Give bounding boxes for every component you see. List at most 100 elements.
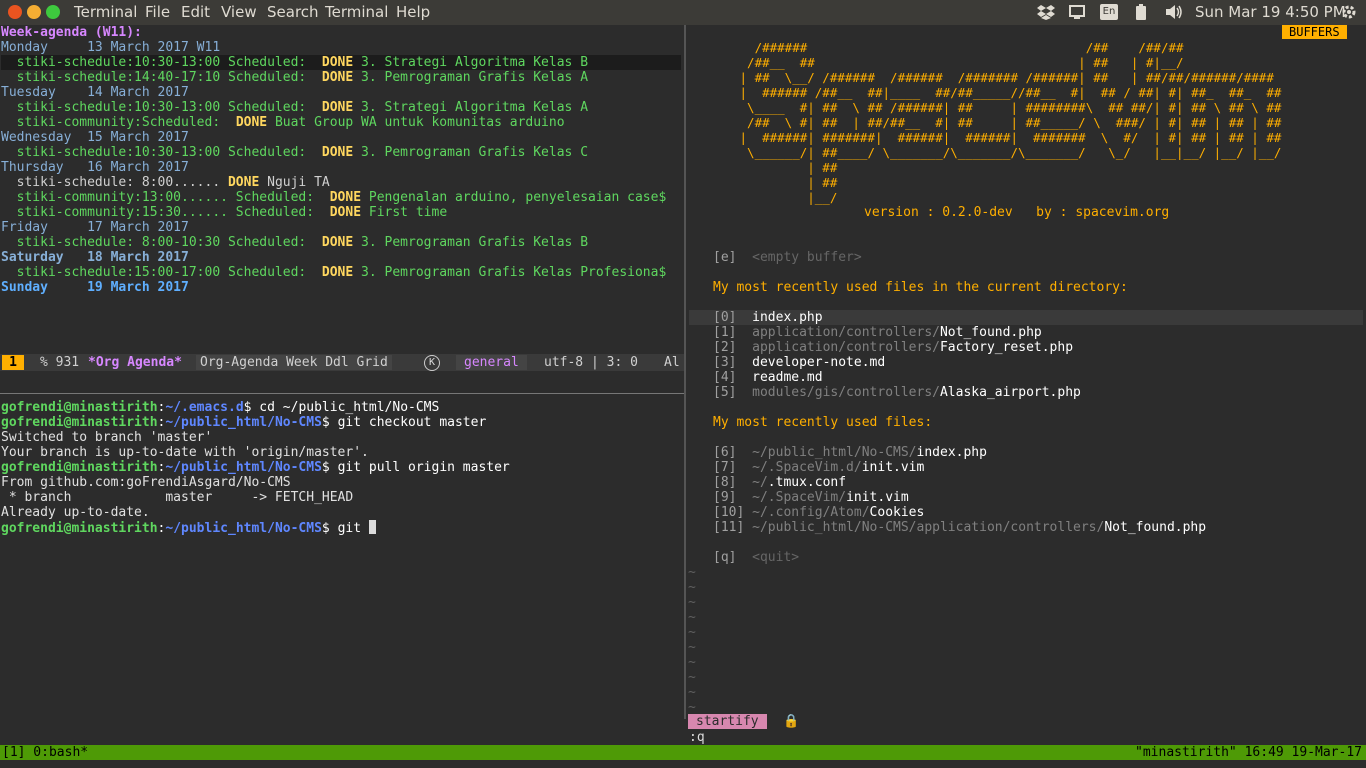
file-directory: ~/public_html/No-CMS/ — [752, 445, 917, 460]
agenda-day-heading[interactable]: Saturday 18 March 2017 — [1, 250, 189, 265]
agenda-entry-title: Pengenalan arduino, penyelesaian case$ — [361, 190, 667, 205]
top-menu-bar: Terminal File Edit View Search Terminal … — [0, 0, 1366, 25]
tmux-window-list[interactable]: [1] 0:bash* — [2, 745, 88, 760]
pane-divider-horizontal[interactable] — [0, 393, 684, 394]
battery-icon[interactable] — [1135, 4, 1147, 20]
recent-file-entry[interactable]: [9] ~/.SpaceVim/init.vim — [713, 490, 909, 505]
agenda-entry-title: 3. Pemrograman Grafis Kelas C — [353, 145, 589, 160]
menu-search[interactable]: Search — [267, 3, 319, 21]
file-name: init.vim — [861, 460, 925, 475]
agenda-header: Week-agenda (W11): — [1, 25, 142, 40]
menu-terminal[interactable]: Terminal — [325, 3, 388, 21]
clock[interactable]: Sun Mar 19 4:50 PM — [1195, 3, 1346, 21]
recent-file-entry[interactable]: [11] ~/public_html/No-CMS/application/co… — [713, 520, 1206, 535]
empty-line-tilde: ~ — [688, 655, 696, 670]
entry-key: [5] — [713, 385, 737, 400]
agenda-entry-title: 3. Pemrograman Grafis Kelas Profesiona$ — [353, 265, 667, 280]
agenda-entry[interactable]: stiki-schedule:15:00-17:00 Scheduled: DO… — [1, 265, 667, 280]
shell-output-line[interactable]: From github.com:goFrendiAsgard/No-CMS — [1, 475, 291, 490]
agenda-entry-prefix: stiki-community:15:30...... Scheduled: — [1, 205, 330, 220]
agenda-day-heading[interactable]: Tuesday 14 March 2017 — [1, 85, 189, 100]
workspace-name: general — [456, 355, 527, 370]
agenda-entry-prefix: stiki-schedule: 8:00...... — [1, 175, 228, 190]
entry-key: [e] — [713, 250, 737, 265]
empty-buffer-entry[interactable]: [e] <empty buffer> — [713, 250, 862, 265]
app-title[interactable]: Terminal — [74, 3, 137, 21]
display-icon[interactable] — [1068, 4, 1086, 20]
agenda-entry-prefix: stiki-schedule:10:30-13:00 Scheduled: — [1, 100, 322, 115]
menu-view[interactable]: View — [221, 3, 257, 21]
entry-key: [4] — [713, 370, 737, 385]
vim-command-line[interactable]: :q — [689, 730, 705, 745]
recent-file-entry[interactable]: [0] index.php — [689, 310, 1363, 325]
agenda-day-heading[interactable]: Friday 17 March 2017 — [1, 220, 189, 235]
maximize-window-button[interactable] — [46, 5, 60, 19]
shell-output-line[interactable]: Already up-to-date. — [1, 505, 150, 520]
shell-command: git — [329, 521, 369, 536]
spacevim-logo-line: | ## — [732, 160, 838, 175]
shell-prompt-line[interactable]: gofrendi@minastirith:~/.emacs.d$ cd ~/pu… — [1, 400, 439, 415]
volume-icon[interactable] — [1165, 4, 1183, 20]
agenda-entry[interactable]: stiki-community:13:00...... Scheduled: D… — [1, 190, 667, 205]
agenda-entry[interactable]: stiki-schedule:10:30-13:00 Scheduled: DO… — [1, 100, 588, 115]
close-window-button[interactable] — [8, 5, 22, 19]
recent-file-entry[interactable]: [10] ~/.config/Atom/Cookies — [713, 505, 924, 520]
shell-pane[interactable]: gofrendi@minastirith:~/.emacs.d$ cd ~/pu… — [0, 400, 684, 740]
shell-prompt-line[interactable]: gofrendi@minastirith:~/public_html/No-CM… — [1, 520, 376, 536]
shell-output-line[interactable]: Switched to branch 'master' — [1, 430, 212, 445]
entry-key: [8] — [713, 475, 737, 490]
agenda-entry[interactable]: stiki-community:15:30...... Scheduled: D… — [1, 205, 448, 220]
spacevim-logo-line: \______/| ##____/ \_______/\_______/\___… — [732, 145, 1282, 160]
agenda-entry[interactable]: stiki-community:Scheduled: DONE Buat Gro… — [1, 115, 565, 130]
agenda-day-heading[interactable]: Sunday 19 March 2017 — [1, 280, 189, 295]
agenda-entry[interactable]: stiki-schedule:10:30-13:00 Scheduled: DO… — [1, 55, 681, 70]
prompt-path: ~/public_html/No-CMS — [165, 415, 322, 430]
org-agenda-pane[interactable]: Week-agenda (W11): Monday 13 March 2017 W… — [0, 25, 684, 355]
major-mode: Org-Agenda Week Ddl Grid — [196, 355, 392, 370]
agenda-entry[interactable]: stiki-schedule:10:30-13:00 Scheduled: DO… — [1, 145, 588, 160]
recent-file-entry[interactable]: [3] developer-note.md — [713, 355, 885, 370]
agenda-entry-title: 3. Strategi Algoritma Kelas B — [353, 55, 589, 70]
menu-help[interactable]: Help — [396, 3, 430, 21]
recent-file-entry[interactable]: [4] readme.md — [713, 370, 823, 385]
shell-output-line[interactable]: * branch master -> FETCH_HEAD — [1, 490, 353, 505]
recent-file-entry[interactable]: [2] application/controllers/Factory_rese… — [713, 340, 1073, 355]
entry-key: [6] — [713, 445, 737, 460]
recent-file-entry[interactable]: [8] ~/.tmux.conf — [713, 475, 846, 490]
done-keyword: DONE — [227, 175, 260, 190]
file-directory: ~/.SpaceVim.d/ — [752, 460, 862, 475]
done-keyword: DONE — [321, 235, 354, 250]
quit-entry[interactable]: [q] <quit> — [713, 550, 799, 565]
file-directory: ~/.config/Atom/ — [752, 505, 870, 520]
recent-file-entry[interactable]: [5] modules/gis/controllers/Alaska_airpo… — [713, 385, 1081, 400]
menu-edit[interactable]: Edit — [181, 3, 210, 21]
entry-key: [10] — [713, 505, 745, 520]
recent-file-entry[interactable]: [7] ~/.SpaceVim.d/init.vim — [713, 460, 924, 475]
buffers-tab[interactable]: BUFFERS — [1282, 25, 1347, 40]
spacevim-pane[interactable]: /###### /## /##/## /##__ ## | ## | #|__/… — [686, 25, 1366, 745]
dropbox-icon[interactable] — [1036, 4, 1056, 20]
agenda-entry[interactable]: stiki-schedule:14:40-17:10 Scheduled: DO… — [1, 70, 588, 85]
agenda-entry-prefix: stiki-schedule: 8:00-10:30 Scheduled: — [1, 235, 322, 250]
shell-prompt-line[interactable]: gofrendi@minastirith:~/public_html/No-CM… — [1, 460, 510, 475]
agenda-entry[interactable]: stiki-schedule: 8:00...... DONE Nguji TA — [1, 175, 330, 190]
menu-file[interactable]: File — [145, 3, 170, 21]
empty-line-tilde: ~ — [688, 700, 696, 715]
shell-prompt-line[interactable]: gofrendi@minastirith:~/public_html/No-CM… — [1, 415, 486, 430]
keyboard-layout-indicator[interactable]: En — [1100, 4, 1118, 20]
recent-file-entry[interactable]: [6] ~/public_html/No-CMS/index.php — [713, 445, 987, 460]
agenda-day-heading[interactable]: Wednesday 15 March 2017 — [1, 130, 189, 145]
recent-file-entry[interactable]: [1] application/controllers/Not_found.ph… — [713, 325, 1042, 340]
minimize-window-button[interactable] — [27, 5, 41, 19]
agenda-day-heading[interactable]: Monday 13 March 2017 W11 — [1, 40, 220, 55]
agenda-entry[interactable]: stiki-schedule: 8:00-10:30 Scheduled: DO… — [1, 235, 588, 250]
prompt-user-host: gofrendi@minastirith — [1, 521, 158, 536]
power-gear-icon[interactable] — [1340, 4, 1358, 20]
buffers-label: BUFFERS — [1282, 25, 1347, 39]
cursor-position: % 931 — [40, 355, 80, 370]
agenda-entry-title: 3. Pemrograman Grafis Kelas B — [353, 235, 589, 250]
prompt-symbol: $ — [321, 415, 330, 430]
k-badge: K — [424, 355, 440, 371]
shell-output-line[interactable]: Your branch is up-to-date with 'origin/m… — [1, 445, 369, 460]
agenda-day-heading[interactable]: Thursday 16 March 2017 — [1, 160, 189, 175]
